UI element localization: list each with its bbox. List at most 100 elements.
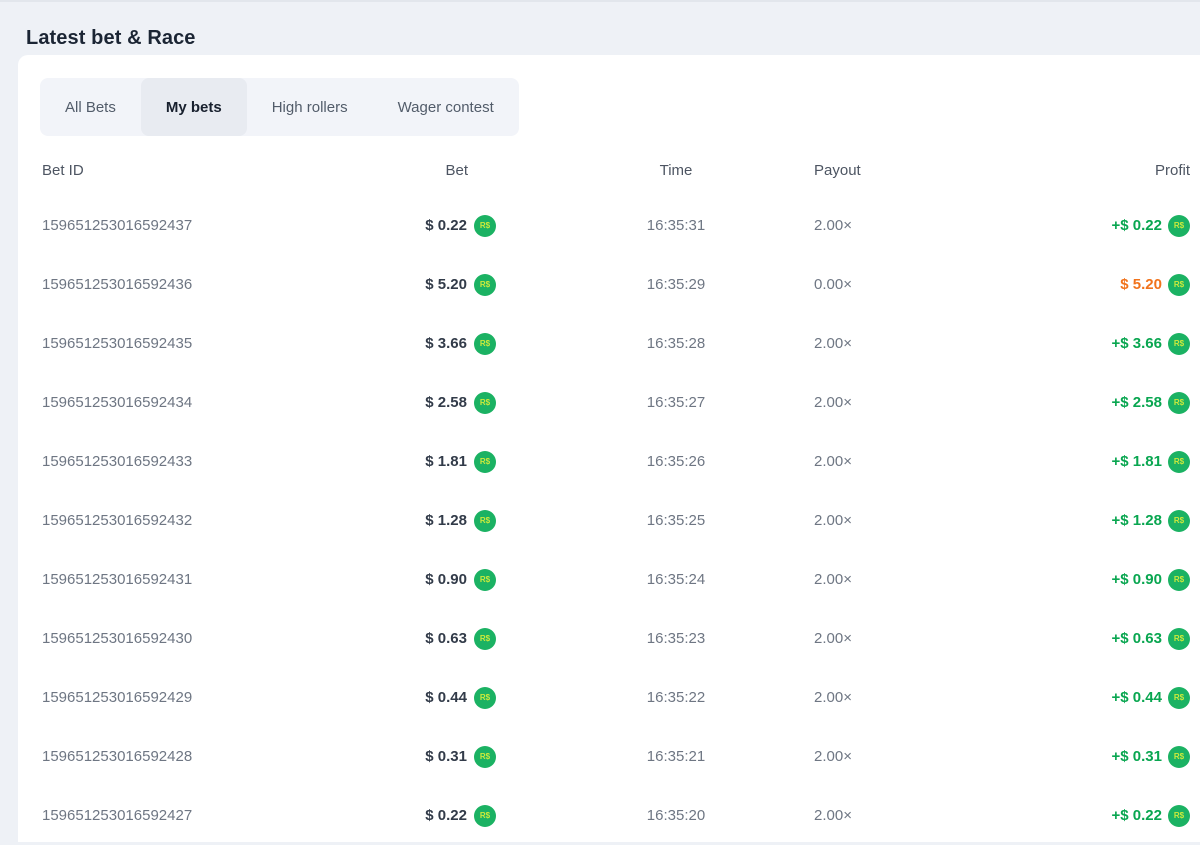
table-body: 159651253016592437 $ 0.22 R$ 16:35:31 2.… bbox=[42, 196, 1190, 845]
bet-id-cell: 159651253016592429 bbox=[42, 689, 404, 706]
bet-cell: $ 0.22 R$ bbox=[404, 805, 496, 827]
profit-amount: +$ 0.90 bbox=[1112, 571, 1162, 588]
bets-tabbar: All BetsMy betsHigh rollersWager contest bbox=[40, 78, 519, 136]
payout-cell: 2.00× bbox=[812, 807, 982, 824]
payout-cell: 2.00× bbox=[812, 630, 982, 647]
bet-id-cell: 159651253016592437 bbox=[42, 217, 404, 234]
real-coin-icon: R$ bbox=[474, 628, 496, 650]
bet-cell: $ 1.81 R$ bbox=[404, 451, 496, 473]
real-coin-icon: R$ bbox=[474, 687, 496, 709]
bets-table: Bet ID Bet Time Payout Profit 1596512530… bbox=[42, 144, 1190, 845]
profit-amount: +$ 1.28 bbox=[1112, 512, 1162, 529]
time-cell: 16:35:27 bbox=[496, 394, 812, 411]
profit-amount: +$ 0.63 bbox=[1112, 630, 1162, 647]
tab-high-rollers[interactable]: High rollers bbox=[247, 78, 373, 136]
profit-cell: +$ 1.28 R$ bbox=[982, 510, 1190, 532]
bet-id-cell: 159651253016592430 bbox=[42, 630, 404, 647]
profit-cell: $ 5.20 R$ bbox=[982, 274, 1190, 296]
table-row[interactable]: 159651253016592428 $ 0.31 R$ 16:35:21 2.… bbox=[42, 727, 1190, 786]
table-row[interactable]: 159651253016592430 $ 0.63 R$ 16:35:23 2.… bbox=[42, 609, 1190, 668]
real-coin-icon: R$ bbox=[474, 569, 496, 591]
real-coin-icon: R$ bbox=[1168, 333, 1190, 355]
profit-cell: +$ 0.22 R$ bbox=[982, 805, 1190, 827]
real-coin-icon: R$ bbox=[1168, 805, 1190, 827]
table-row[interactable]: 159651253016592433 $ 1.81 R$ 16:35:26 2.… bbox=[42, 432, 1190, 491]
profit-cell: +$ 0.90 R$ bbox=[982, 569, 1190, 591]
real-coin-icon: R$ bbox=[1168, 746, 1190, 768]
time-cell: 16:35:28 bbox=[496, 335, 812, 352]
payout-cell: 2.00× bbox=[812, 394, 982, 411]
profit-amount: +$ 0.31 bbox=[1112, 748, 1162, 765]
real-coin-icon: R$ bbox=[474, 510, 496, 532]
bet-amount: $ 0.22 bbox=[425, 807, 467, 824]
payout-cell: 2.00× bbox=[812, 689, 982, 706]
table-header-row: Bet ID Bet Time Payout Profit bbox=[42, 144, 1190, 196]
real-coin-icon: R$ bbox=[474, 333, 496, 355]
time-cell: 16:35:21 bbox=[496, 748, 812, 765]
real-coin-icon: R$ bbox=[474, 451, 496, 473]
profit-amount: +$ 2.58 bbox=[1112, 394, 1162, 411]
payout-cell: 0.00× bbox=[812, 276, 982, 293]
real-coin-icon: R$ bbox=[1168, 274, 1190, 296]
real-coin-icon: R$ bbox=[1168, 392, 1190, 414]
table-row[interactable]: 159651253016592436 $ 5.20 R$ 16:35:29 0.… bbox=[42, 255, 1190, 314]
real-coin-icon: R$ bbox=[1168, 628, 1190, 650]
bet-id-cell: 159651253016592428 bbox=[42, 748, 404, 765]
profit-cell: +$ 0.44 R$ bbox=[982, 687, 1190, 709]
real-coin-icon: R$ bbox=[474, 746, 496, 768]
bet-cell: $ 0.22 R$ bbox=[404, 215, 496, 237]
profit-cell: +$ 0.22 R$ bbox=[982, 215, 1190, 237]
column-header-payout: Payout bbox=[812, 162, 982, 179]
real-coin-icon: R$ bbox=[474, 805, 496, 827]
tab-all-bets[interactable]: All Bets bbox=[40, 78, 141, 136]
payout-cell: 2.00× bbox=[812, 512, 982, 529]
bet-cell: $ 1.28 R$ bbox=[404, 510, 496, 532]
bet-amount: $ 0.22 bbox=[425, 217, 467, 234]
real-coin-icon: R$ bbox=[1168, 451, 1190, 473]
table-row[interactable]: 159651253016592431 $ 0.90 R$ 16:35:24 2.… bbox=[42, 550, 1190, 609]
bet-amount: $ 1.28 bbox=[425, 512, 467, 529]
time-cell: 16:35:20 bbox=[496, 807, 812, 824]
bet-cell: $ 5.20 R$ bbox=[404, 274, 496, 296]
time-cell: 16:35:24 bbox=[496, 571, 812, 588]
column-header-profit: Profit bbox=[982, 162, 1190, 179]
column-header-time: Time bbox=[496, 162, 812, 179]
tab-wager-contest[interactable]: Wager contest bbox=[373, 78, 519, 136]
bet-cell: $ 0.44 R$ bbox=[404, 687, 496, 709]
real-coin-icon: R$ bbox=[1168, 510, 1190, 532]
table-row[interactable]: 159651253016592429 $ 0.44 R$ 16:35:22 2.… bbox=[42, 668, 1190, 727]
real-coin-icon: R$ bbox=[1168, 215, 1190, 237]
table-row[interactable]: 159651253016592434 $ 2.58 R$ 16:35:27 2.… bbox=[42, 373, 1190, 432]
bet-amount: $ 5.20 bbox=[425, 276, 467, 293]
bet-amount: $ 3.66 bbox=[425, 335, 467, 352]
payout-cell: 2.00× bbox=[812, 571, 982, 588]
bet-amount: $ 0.90 bbox=[425, 571, 467, 588]
bet-cell: $ 2.58 R$ bbox=[404, 392, 496, 414]
tab-my-bets[interactable]: My bets bbox=[141, 78, 247, 136]
payout-cell: 2.00× bbox=[812, 335, 982, 352]
time-cell: 16:35:23 bbox=[496, 630, 812, 647]
bet-cell: $ 0.31 R$ bbox=[404, 746, 496, 768]
real-coin-icon: R$ bbox=[1168, 687, 1190, 709]
table-row[interactable]: 159651253016592427 $ 0.22 R$ 16:35:20 2.… bbox=[42, 786, 1190, 845]
profit-cell: +$ 0.63 R$ bbox=[982, 628, 1190, 650]
bet-amount: $ 0.31 bbox=[425, 748, 467, 765]
profit-cell: +$ 1.81 R$ bbox=[982, 451, 1190, 473]
bet-id-cell: 159651253016592436 bbox=[42, 276, 404, 293]
table-row[interactable]: 159651253016592437 $ 0.22 R$ 16:35:31 2.… bbox=[42, 196, 1190, 255]
bet-id-cell: 159651253016592431 bbox=[42, 571, 404, 588]
table-row[interactable]: 159651253016592435 $ 3.66 R$ 16:35:28 2.… bbox=[42, 314, 1190, 373]
bet-id-cell: 159651253016592434 bbox=[42, 394, 404, 411]
top-divider bbox=[0, 0, 1200, 2]
bet-amount: $ 0.63 bbox=[425, 630, 467, 647]
profit-cell: +$ 2.58 R$ bbox=[982, 392, 1190, 414]
profit-amount: +$ 0.44 bbox=[1112, 689, 1162, 706]
bet-cell: $ 3.66 R$ bbox=[404, 333, 496, 355]
page-title: Latest bet & Race bbox=[26, 27, 196, 50]
time-cell: 16:35:26 bbox=[496, 453, 812, 470]
table-row[interactable]: 159651253016592432 $ 1.28 R$ 16:35:25 2.… bbox=[42, 491, 1190, 550]
profit-amount: +$ 1.81 bbox=[1112, 453, 1162, 470]
profit-amount: $ 5.20 bbox=[1120, 276, 1162, 293]
time-cell: 16:35:25 bbox=[496, 512, 812, 529]
payout-cell: 2.00× bbox=[812, 217, 982, 234]
